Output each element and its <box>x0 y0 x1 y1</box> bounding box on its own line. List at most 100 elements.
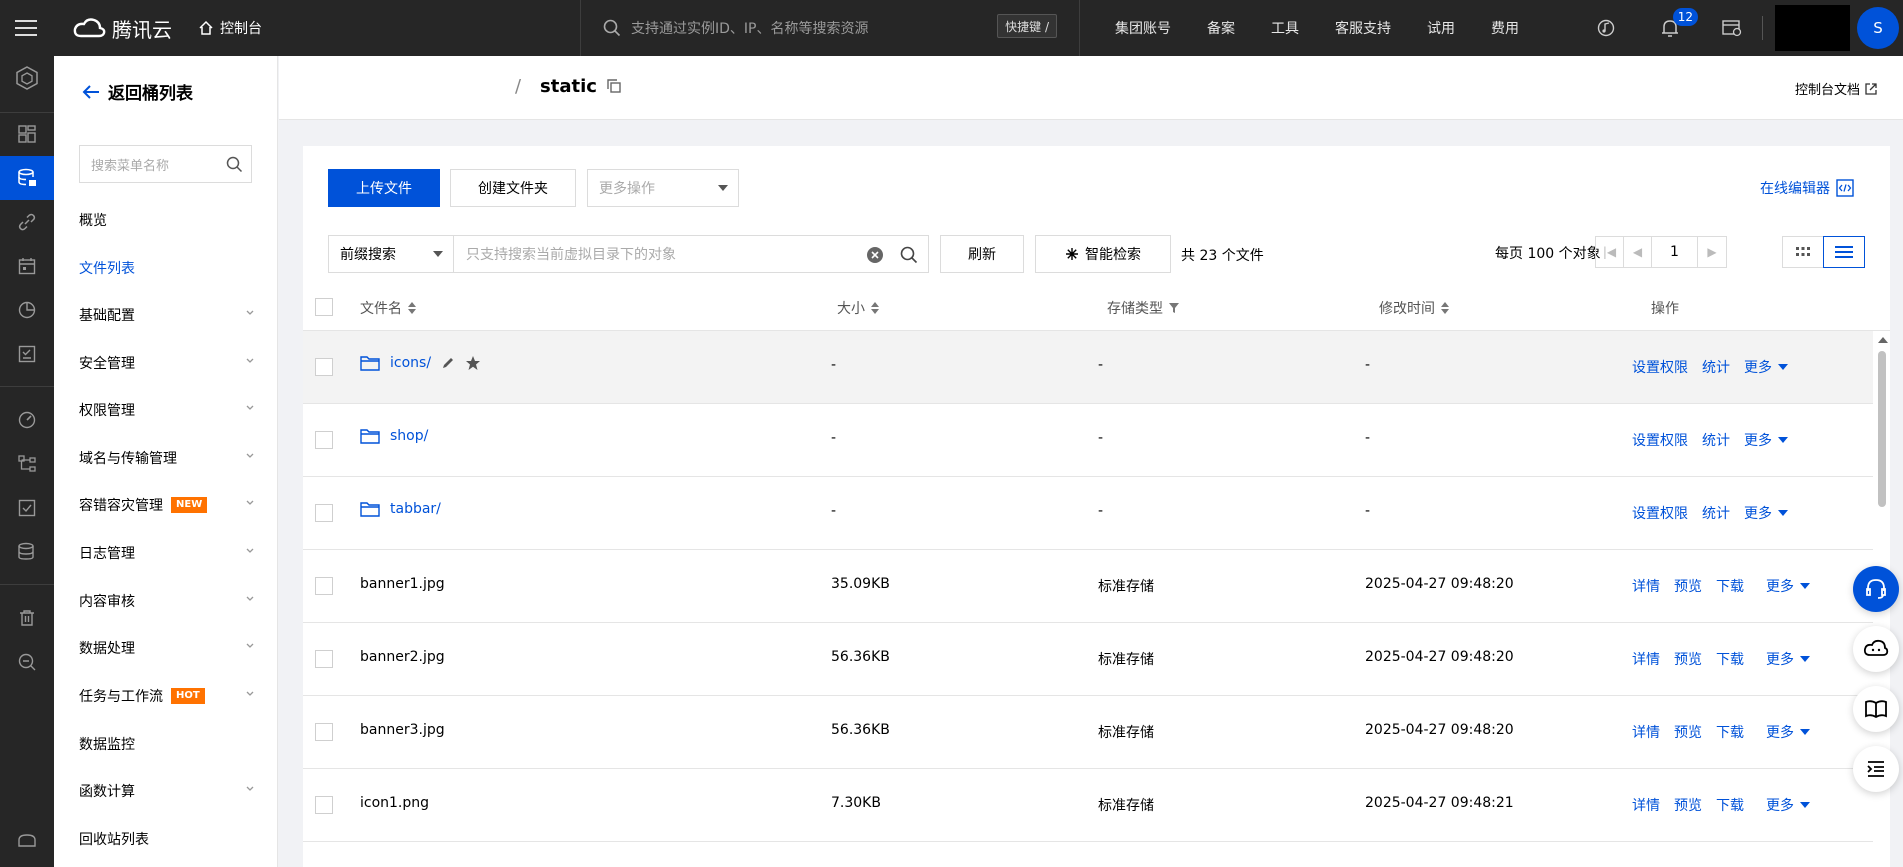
scrollbar-thumb[interactable] <box>1878 351 1886 507</box>
page-number-input[interactable]: 1 <box>1652 237 1698 267</box>
clear-icon[interactable] <box>866 246 884 264</box>
search-mode-select[interactable]: 前缀搜索 <box>328 235 454 273</box>
next-page-icon[interactable]: ▶ <box>1698 237 1726 267</box>
more-dropdown[interactable]: 更多 <box>1766 722 1810 742</box>
storage-box-icon[interactable] <box>0 818 54 862</box>
smart-search-button[interactable]: 智能检索 <box>1035 235 1171 273</box>
search-icon[interactable] <box>226 156 243 173</box>
more-dropdown[interactable]: 更多 <box>1744 357 1788 377</box>
row-checkbox[interactable] <box>315 796 333 814</box>
hamburger-menu-icon[interactable] <box>0 0 52 56</box>
select-all-checkbox[interactable] <box>315 298 333 316</box>
cos-storage-icon[interactable] <box>0 156 54 200</box>
task-check-icon[interactable] <box>0 486 54 530</box>
create-folder-button[interactable]: 创建文件夹 <box>450 169 576 207</box>
col-storage-header[interactable]: 存储类型 <box>1107 298 1179 318</box>
console-home-link[interactable]: 控制台 <box>198 18 262 38</box>
nav-icp-filing[interactable]: 备案 <box>1207 18 1235 38</box>
link-icon[interactable] <box>0 200 54 244</box>
table-row[interactable]: banner1.jpg 35.09KB 标准存储 2025-04-27 09:4… <box>303 550 1873 623</box>
object-search-input[interactable]: 只支持搜索当前虚拟目录下的对象 <box>453 235 929 273</box>
list-view-toggle[interactable] <box>1823 236 1865 268</box>
more-ops-dropdown[interactable]: 更多操作 <box>587 169 739 207</box>
grid-view-toggle[interactable] <box>1782 236 1824 268</box>
workflow-tree-icon[interactable] <box>0 442 54 486</box>
download-link[interactable]: 下载 <box>1716 649 1744 669</box>
col-modified-header[interactable]: 修改时间 <box>1379 298 1449 318</box>
download-link[interactable]: 下载 <box>1716 722 1744 742</box>
refresh-button[interactable]: 刷新 <box>940 235 1024 273</box>
cube-product-icon[interactable] <box>0 56 54 100</box>
table-row[interactable]: banner3.jpg 56.36KB 标准存储 2025-04-27 09:4… <box>303 696 1873 769</box>
statistics-link[interactable]: 统计 <box>1702 357 1730 377</box>
pie-chart-icon[interactable] <box>0 288 54 332</box>
pencil-icon[interactable] <box>441 356 455 370</box>
sidebar-item-domain-transfer[interactable]: 域名与传输管理 <box>79 446 255 470</box>
scroll-up-arrow-icon[interactable] <box>1878 336 1888 344</box>
sidebar-item-security[interactable]: 安全管理 <box>79 351 255 375</box>
download-link[interactable]: 下载 <box>1716 795 1744 815</box>
row-checkbox[interactable] <box>315 577 333 595</box>
folder-name[interactable]: tabbar/ <box>360 501 441 517</box>
set-permission-link[interactable]: 设置权限 <box>1632 357 1688 377</box>
sidebar-item-recycle-bin[interactable]: 回收站列表 <box>79 827 255 851</box>
details-link[interactable]: 详情 <box>1632 795 1660 815</box>
upload-file-button[interactable]: 上传文件 <box>328 169 440 207</box>
menu-search-input[interactable]: 搜索菜单名称 <box>79 145 252 183</box>
sidebar-item-logs[interactable]: 日志管理 <box>79 541 255 565</box>
row-checkbox[interactable] <box>315 504 333 522</box>
nav-tools[interactable]: 工具 <box>1271 18 1299 38</box>
search-icon[interactable] <box>900 246 918 264</box>
star-icon[interactable] <box>465 355 481 371</box>
col-name-header[interactable]: 文件名 <box>360 298 416 318</box>
row-checkbox[interactable] <box>315 723 333 741</box>
brand-logo[interactable]: 腾讯云 <box>72 14 172 43</box>
file-name[interactable]: banner2.jpg <box>360 649 445 665</box>
nav-trial[interactable]: 试用 <box>1427 18 1455 38</box>
folder-name[interactable]: shop/ <box>360 428 428 444</box>
more-dropdown[interactable]: 更多 <box>1766 649 1810 669</box>
outline-list-button[interactable] <box>1853 746 1899 792</box>
row-checkbox[interactable] <box>315 431 333 449</box>
cloud-assistant-button[interactable] <box>1853 626 1899 672</box>
customer-service-button[interactable] <box>1853 566 1899 612</box>
nav-support[interactable]: 客服支持 <box>1335 18 1391 38</box>
trash-icon[interactable] <box>0 596 54 640</box>
preview-link[interactable]: 预览 <box>1674 722 1702 742</box>
inspect-search-icon[interactable] <box>0 640 54 684</box>
gauge-icon[interactable] <box>0 398 54 442</box>
more-dropdown[interactable]: 更多 <box>1766 576 1810 596</box>
statistics-link[interactable]: 统计 <box>1702 503 1730 523</box>
set-permission-link[interactable]: 设置权限 <box>1632 503 1688 523</box>
statistics-link[interactable]: 统计 <box>1702 430 1730 450</box>
sidebar-item-content-review[interactable]: 内容审核 <box>79 589 255 613</box>
first-page-icon[interactable]: |◀ <box>1596 237 1624 267</box>
back-to-bucket-list-link[interactable]: 返回桶列表 <box>82 79 193 104</box>
sidebar-item-permissions[interactable]: 权限管理 <box>79 398 255 422</box>
nav-group-account[interactable]: 集团账号 <box>1115 18 1171 38</box>
table-row[interactable]: icon1.png 7.30KB 标准存储 2025-04-27 09:48:2… <box>303 769 1873 842</box>
table-row[interactable]: tabbar/ - - - 设置权限 统计 更多 <box>303 477 1873 550</box>
more-dropdown[interactable]: 更多 <box>1744 503 1788 523</box>
row-checkbox[interactable] <box>315 358 333 376</box>
console-docs-link[interactable]: 控制台文档 <box>1795 79 1877 98</box>
table-row[interactable]: banner2.jpg 56.36KB 标准存储 2025-04-27 09:4… <box>303 623 1873 696</box>
sidebar-item-disaster-recovery[interactable]: 容错容灾管理 NEW <box>79 493 255 517</box>
nav-billing[interactable]: 费用 <box>1491 18 1519 38</box>
details-link[interactable]: 详情 <box>1632 576 1660 596</box>
download-link[interactable]: 下载 <box>1716 576 1744 596</box>
more-dropdown[interactable]: 更多 <box>1744 430 1788 450</box>
file-name[interactable]: banner1.jpg <box>360 576 445 592</box>
row-checkbox[interactable] <box>315 650 333 668</box>
global-search[interactable]: 支持通过实例ID、IP、名称等搜索资源 快捷键 / <box>580 0 1080 56</box>
online-editor-link[interactable]: 在线编辑器 <box>1760 178 1854 198</box>
folder-name[interactable]: icons/ <box>360 355 481 371</box>
sidebar-item-data-monitoring[interactable]: 数据监控 <box>79 732 255 756</box>
avatar[interactable]: S <box>1857 7 1899 49</box>
prev-page-icon[interactable]: ◀ <box>1624 237 1652 267</box>
documentation-button[interactable] <box>1853 686 1899 732</box>
file-name[interactable]: icon1.png <box>360 795 429 811</box>
table-row[interactable]: icons/ - - - 设置权限 统计 更多 <box>303 331 1873 404</box>
details-link[interactable]: 详情 <box>1632 649 1660 669</box>
checklist-icon[interactable] <box>0 332 54 376</box>
